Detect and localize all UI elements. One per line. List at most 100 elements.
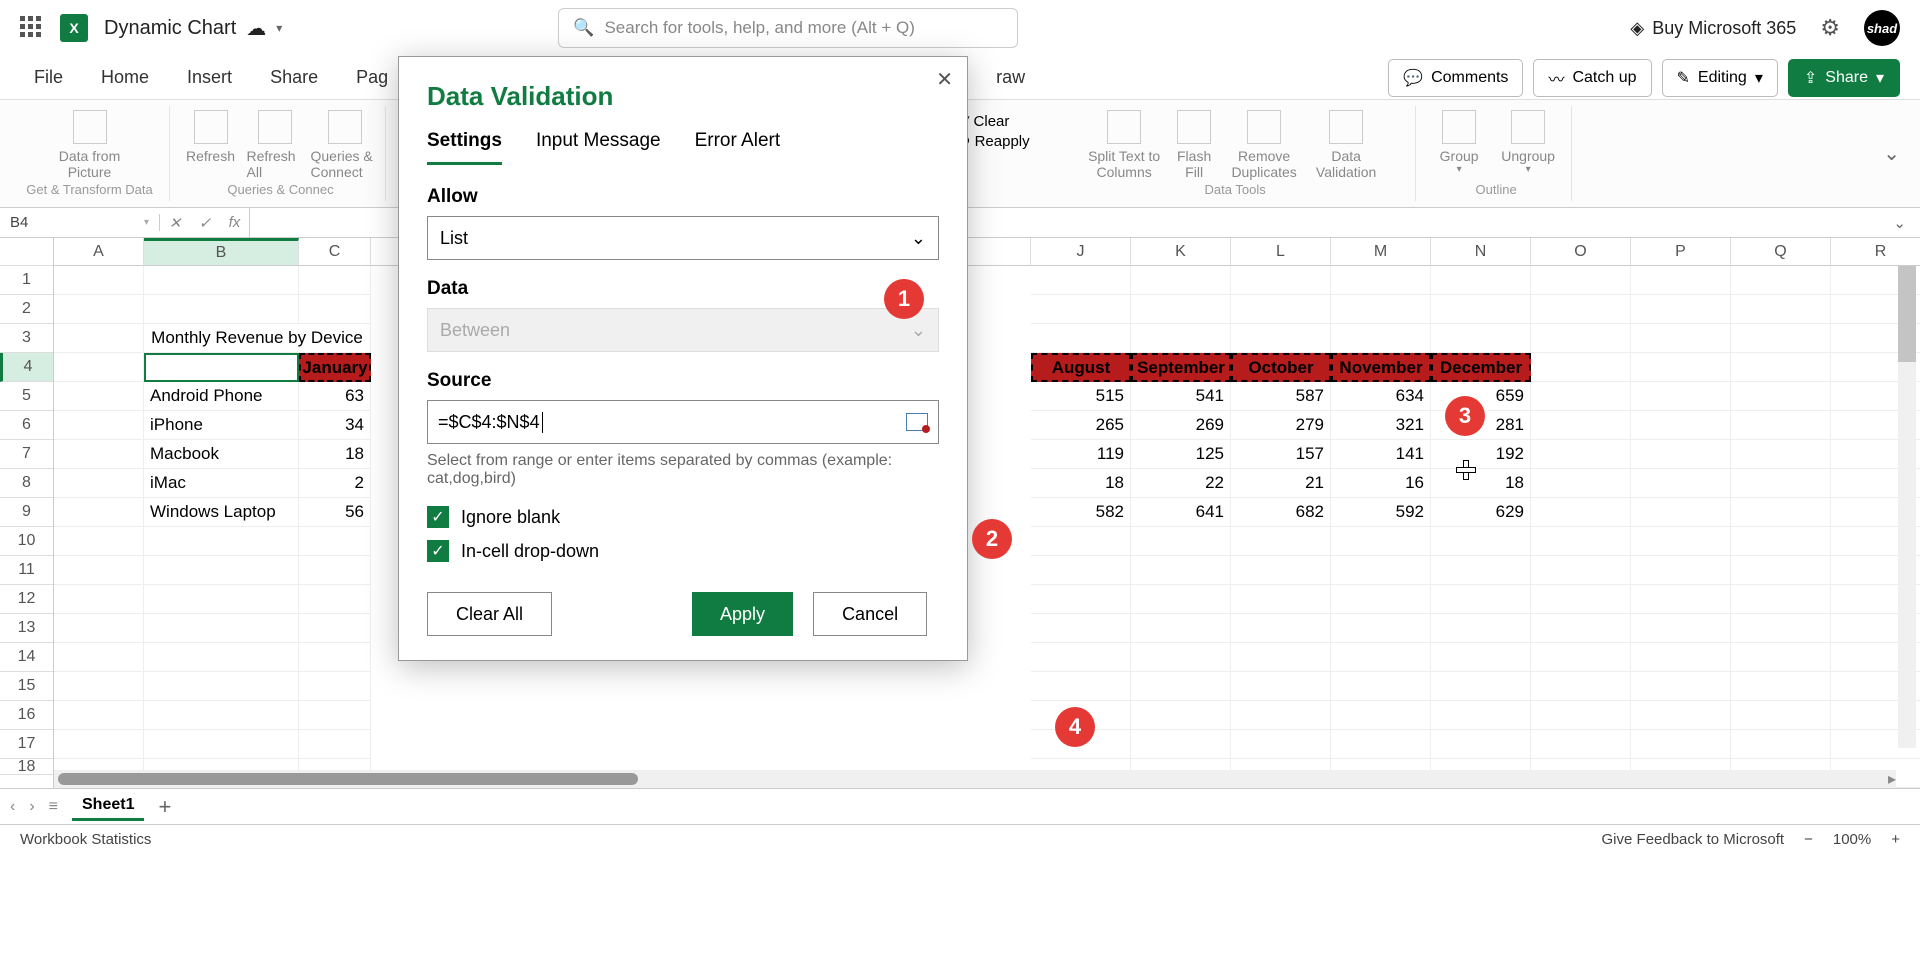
document-title[interactable]: Dynamic Chart ☁ ▾ [104,16,282,41]
search-placeholder: Search for tools, help, and more (Alt + … [604,18,914,38]
close-dialog-button[interactable]: ✕ [936,67,953,92]
ignore-blank-label: Ignore blank [461,507,560,528]
group-button[interactable]: Group▾ [1431,110,1487,175]
catchup-icon: 〰 [1548,66,1564,90]
cursor-crosshair-icon [1456,460,1474,478]
ungroup-label: Ungroup [1501,148,1555,164]
search-input[interactable]: 🔍 Search for tools, help, and more (Alt … [558,8,1018,48]
app-launcher-icon[interactable] [20,16,44,40]
get-transform-label: Get & Transform Data [26,182,152,197]
queries-group-label: Queries & Connec [227,182,333,197]
remove-dup-label: Remove Duplicates [1227,148,1301,180]
menu-draw[interactable]: raw [982,59,1039,96]
refresh-all-label: Refresh All [247,148,303,180]
comments-label: Comments [1431,69,1508,87]
comment-icon: 💬 [1403,68,1423,88]
source-input[interactable]: =$C$4:$N$4 [427,400,939,444]
horizontal-scrollbar[interactable]: ▸ [54,770,1896,788]
editing-button[interactable]: ✎Editing▾ [1662,59,1778,97]
accept-formula-icon[interactable]: ✓ [199,214,212,232]
chevron-down-icon: ⌄ [911,228,926,249]
editing-label: Editing [1698,69,1747,87]
feedback-link[interactable]: Give Feedback to Microsoft [1602,831,1785,848]
data-select: Between ⌄ [427,308,939,352]
menu-insert[interactable]: Insert [173,59,246,96]
ribbon-expand-button[interactable]: ⌄ [1883,141,1910,166]
share-button[interactable]: ⇪Share▾ [1788,59,1900,97]
split-label: Split Text to Columns [1087,148,1161,180]
ignore-blank-checkbox[interactable]: ✓Ignore blank [427,506,939,528]
sheet-nav-prev[interactable]: ‹ [10,798,15,816]
queries-button[interactable]: Queries & Connect [311,110,379,180]
workbook-stats[interactable]: Workbook Statistics [20,831,151,848]
cancel-formula-icon[interactable]: ✕ [169,214,182,232]
allow-value: List [440,228,468,249]
data-validation-button[interactable]: Data Validation [1309,110,1383,180]
add-sheet-button[interactable]: + [158,794,171,820]
row-headers[interactable]: 123456789101112131415161718 [0,238,54,788]
incell-dropdown-checkbox[interactable]: ✓In-cell drop-down [427,540,939,562]
data-label: Data [427,278,468,300]
cloud-icon: ☁ [246,16,266,41]
ungroup-button[interactable]: Ungroup▾ [1495,110,1561,175]
reapply-button[interactable]: ↻Reapply [958,132,1030,150]
avatar-text: shad [1867,21,1897,36]
data-tools-label: Data Tools [1205,182,1266,197]
apply-button[interactable]: Apply [692,592,793,636]
flash-fill-button[interactable]: Flash Fill [1169,110,1219,180]
source-hint: Select from range or enter items separat… [427,452,939,488]
gear-icon[interactable]: ⚙ [1820,15,1840,41]
sheet-tab-1[interactable]: Sheet1 [72,792,144,821]
avatar[interactable]: shad [1864,10,1900,46]
menu-page[interactable]: Pag [342,59,402,96]
data-from-picture-label: Data from Picture [53,148,127,180]
name-box[interactable]: B4▾ [0,214,160,231]
buy-365-button[interactable]: ◈ Buy Microsoft 365 [1630,18,1796,39]
chevron-down-icon: ⌄ [911,320,926,341]
zoom-level[interactable]: 100% [1833,831,1871,848]
fx-icon[interactable]: fx [229,214,241,231]
excel-icon: X [60,14,88,42]
catchup-label: Catch up [1572,69,1636,87]
data-value: Between [440,320,510,341]
vertical-scrollbar[interactable] [1898,238,1916,748]
reapply-label: Reapply [975,133,1030,150]
all-sheets-icon[interactable]: ≡ [49,798,58,816]
cancel-button[interactable]: Cancel [813,592,927,636]
menu-share[interactable]: Share [256,59,332,96]
comments-button[interactable]: 💬 Comments [1388,59,1523,97]
refresh-all-button[interactable]: Refresh All [247,110,303,180]
clear-all-button[interactable]: Clear All [427,592,552,636]
sheet-nav-next[interactable]: › [29,798,34,816]
split-text-button[interactable]: Split Text to Columns [1087,110,1161,180]
dialog-tab-input-message[interactable]: Input Message [536,130,661,165]
catchup-button[interactable]: 〰 Catch up [1533,59,1651,97]
allow-select[interactable]: List ⌄ [427,216,939,260]
clear-label: Clear [974,113,1010,130]
chevron-down-icon: ▾ [1755,68,1763,88]
menu-file[interactable]: File [20,59,77,96]
chevron-down-icon: ▾ [1457,164,1462,175]
chevron-down-icon[interactable]: ▾ [276,21,282,35]
dialog-tab-error-alert[interactable]: Error Alert [695,130,781,165]
data-from-picture-button[interactable]: Data from Picture [53,110,127,180]
range-picker-icon[interactable] [906,413,928,431]
data-val-label: Data Validation [1309,148,1383,180]
refresh-button[interactable]: Refresh [183,110,239,164]
dialog-tab-settings[interactable]: Settings [427,130,502,165]
column-headers[interactable]: ABCJKLMNOPQRS [54,238,1920,266]
annotation-badge-3: 3 [1445,396,1485,436]
zoom-in-button[interactable]: + [1891,831,1900,848]
remove-duplicates-button[interactable]: Remove Duplicates [1227,110,1301,180]
share-icon: ⇪ [1804,68,1817,88]
chevron-down-icon: ▾ [1526,164,1531,175]
outline-label: Outline [1476,182,1517,197]
zoom-out-button[interactable]: − [1804,831,1813,848]
chevron-down-icon: ▾ [1876,68,1884,88]
group-label: Group [1440,148,1479,164]
formula-expand-button[interactable]: ⌄ [1893,214,1920,232]
menu-home[interactable]: Home [87,59,163,96]
data-validation-dialog: ✕ Data Validation Settings Input Message… [398,56,968,661]
doc-title-text: Dynamic Chart [104,17,236,40]
clear-button[interactable]: ▽Clear [958,112,1030,130]
